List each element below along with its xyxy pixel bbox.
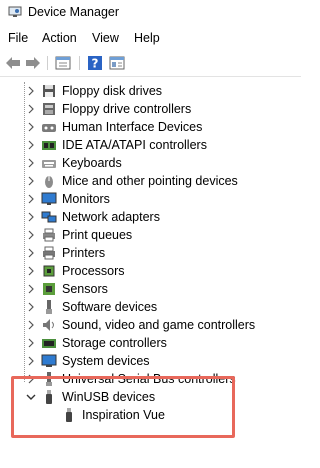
tree-item[interactable]: WinUSB devices [0, 388, 301, 406]
chevron-right-icon[interactable] [25, 265, 37, 277]
toolbar-separator [47, 56, 48, 70]
hid-icon [42, 124, 56, 132]
tree-item-label: Floppy drive controllers [62, 102, 192, 116]
chevron-right-icon[interactable] [25, 247, 37, 259]
chevron-right-icon[interactable] [25, 301, 37, 313]
device-tree: Floppy disk drives Floppy drive controlle… [0, 82, 301, 468]
printer-icon [43, 246, 55, 260]
forward-arrow-icon [26, 57, 40, 69]
chevron-right-icon[interactable] [25, 193, 37, 205]
properties-button[interactable] [54, 54, 72, 72]
chevron-right-icon[interactable] [25, 373, 37, 385]
chevron-right-icon[interactable] [25, 85, 37, 97]
tree-item[interactable]: Processors [0, 262, 301, 280]
tree-item-label: IDE ATA/ATAPI controllers [62, 138, 207, 152]
chevron-right-icon[interactable] [25, 157, 37, 169]
mouse-icon [45, 176, 53, 188]
chevron-right-icon[interactable] [25, 121, 37, 133]
toolbar: ? [0, 50, 301, 77]
chevron-right-icon[interactable] [25, 211, 37, 223]
usb-device-icon [66, 408, 72, 422]
system-device-icon [41, 354, 57, 367]
chevron-right-icon[interactable] [25, 139, 37, 151]
tree-item-label: Keyboards [62, 156, 122, 170]
tree-item-label: Mice and other pointing devices [62, 174, 238, 188]
chevron-right-icon[interactable] [25, 337, 37, 349]
network-adapter-icon [41, 211, 57, 223]
tree-item-label: Processors [62, 264, 125, 278]
processor-icon [43, 265, 55, 277]
tree-item[interactable]: Mice and other pointing devices [0, 172, 301, 190]
monitor-icon [41, 192, 57, 205]
menu-file[interactable]: File [8, 31, 28, 45]
menu-help[interactable]: Help [134, 31, 160, 45]
tree-item[interactable]: Sound, video and game controllers [0, 316, 301, 334]
chevron-right-icon[interactable] [25, 175, 37, 187]
tree-item-label: Software devices [62, 300, 158, 314]
tree-item[interactable]: Software devices [0, 298, 301, 316]
menu-view[interactable]: View [92, 31, 119, 45]
chevron-right-icon[interactable] [25, 319, 37, 331]
tree-item-label: System devices [62, 354, 150, 368]
tree-item[interactable]: Floppy disk drives [0, 82, 301, 100]
ide-controller-icon [42, 141, 56, 150]
toolbar-separator [79, 56, 80, 70]
print-queue-icon [43, 228, 55, 242]
title-bar: Device Manager [0, 0, 301, 26]
tree-item-label: Sound, video and game controllers [62, 318, 256, 332]
tree-item[interactable]: System devices [0, 352, 301, 370]
chevron-right-icon[interactable] [25, 229, 37, 241]
storage-controller-icon [42, 339, 56, 348]
tree-item-label: Human Interface Devices [62, 120, 203, 134]
menu-bar: File Action View Help [0, 28, 301, 48]
update-driver-button[interactable] [108, 54, 126, 72]
help-button[interactable]: ? [86, 54, 104, 72]
chevron-down-icon[interactable] [25, 391, 37, 403]
properties-icon [55, 56, 71, 70]
tree-item[interactable]: IDE ATA/ATAPI controllers [0, 136, 301, 154]
back-arrow-icon [6, 57, 20, 69]
chevron-right-icon[interactable] [25, 355, 37, 367]
tree-item[interactable]: Floppy drive controllers [0, 100, 301, 118]
software-device-icon [46, 300, 52, 314]
device-manager-icon [8, 6, 22, 17]
keyboard-icon [42, 160, 56, 168]
menu-action[interactable]: Action [42, 31, 77, 45]
tree-item-label: Monitors [62, 192, 110, 206]
tree-item-label: Network adapters [62, 210, 160, 224]
tree-item-label: WinUSB devices [62, 390, 156, 404]
chevron-right-icon[interactable] [25, 103, 37, 115]
usb-device-icon [46, 390, 52, 404]
tree-item[interactable]: Printers [0, 244, 301, 262]
tree-item[interactable]: Inspiration Vue [0, 406, 301, 424]
floppy-controller-icon [43, 103, 55, 115]
usb-controller-icon [46, 372, 52, 386]
update-driver-icon [109, 56, 125, 70]
tree-item[interactable]: Monitors [0, 190, 301, 208]
tree-item-label: Universal Serial Bus controllers [62, 372, 236, 386]
tree-item-label: Storage controllers [62, 336, 167, 350]
tree-item-label: Floppy disk drives [62, 84, 163, 98]
back-button[interactable] [4, 54, 22, 72]
tree-item-label: Print queues [62, 228, 133, 242]
svg-text:?: ? [92, 57, 99, 71]
tree-item[interactable]: Sensors [0, 280, 301, 298]
tree-item[interactable]: Human Interface Devices [0, 118, 301, 136]
forward-button[interactable] [24, 54, 42, 72]
sound-icon [43, 319, 54, 331]
tree-item[interactable]: Print queues [0, 226, 301, 244]
tree-item[interactable]: Storage controllers [0, 334, 301, 352]
sensor-icon [43, 283, 55, 295]
window-title: Device Manager [28, 5, 120, 19]
tree-item-label: Printers [62, 246, 106, 260]
help-icon: ? [88, 56, 102, 71]
tree-item[interactable]: Network adapters [0, 208, 301, 226]
chevron-right-icon[interactable] [25, 283, 37, 295]
tree-item[interactable]: Keyboards [0, 154, 301, 172]
tree-item[interactable]: Universal Serial Bus controllers [0, 370, 301, 388]
floppy-disk-icon [43, 85, 55, 97]
tree-item-label: Inspiration Vue [82, 408, 165, 422]
tree-item-label: Sensors [62, 282, 108, 296]
